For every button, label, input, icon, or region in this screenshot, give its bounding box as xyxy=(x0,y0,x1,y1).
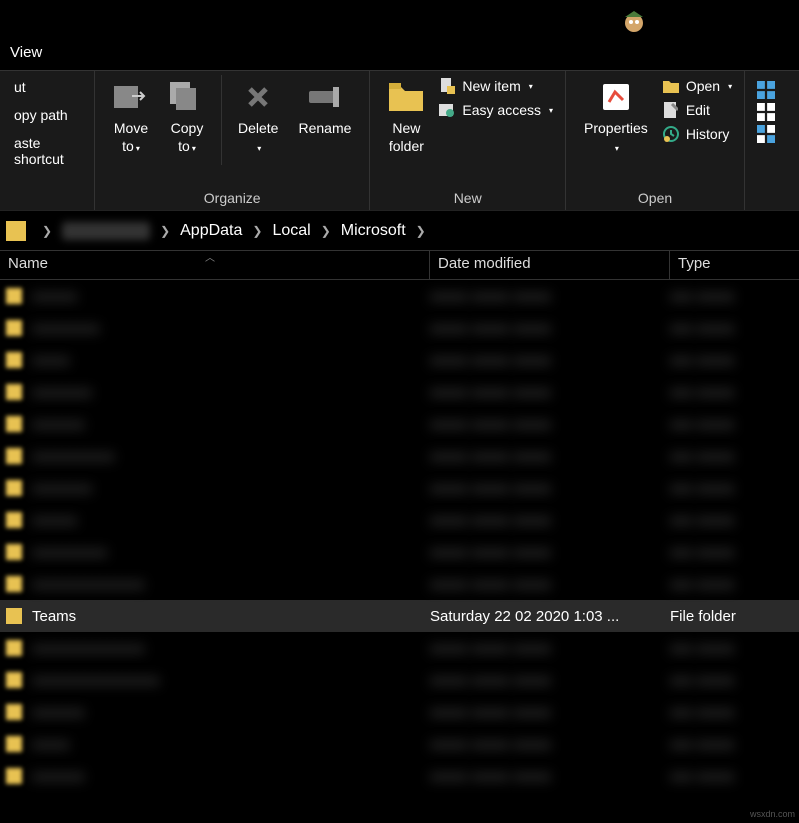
history-label: History xyxy=(686,126,730,142)
rename-button[interactable]: Rename xyxy=(288,75,361,141)
chevron-right-icon[interactable]: ❯ xyxy=(42,224,52,238)
new-item-icon xyxy=(438,77,456,95)
list-item[interactable]: xxxxxxxxxxxx xxxxx xxxxxxxx xxxxx xyxy=(0,408,799,440)
rename-icon xyxy=(307,79,343,115)
chevron-right-icon[interactable]: ❯ xyxy=(416,224,426,238)
copy-to-button[interactable]: Copy to▾ xyxy=(159,75,215,159)
move-to-button[interactable]: Move to▾ xyxy=(103,75,159,159)
organize-group-label: Organize xyxy=(103,186,361,210)
file-type: File folder xyxy=(670,608,799,625)
column-headers: ︿ Name Date modified Type xyxy=(0,250,799,280)
properties-icon xyxy=(598,79,634,115)
ribbon-group-open: Properties▾ Open▾ Edit History Open xyxy=(566,71,745,210)
ribbon-group-clipboard: ut opy path aste shortcut xyxy=(0,71,95,210)
open-icon xyxy=(662,77,680,95)
list-item[interactable]: xxxxxxxxxxxxxxxxxxxx xxxxx xxxxxxxx xxxx… xyxy=(0,632,799,664)
easy-access-button[interactable]: Easy access▾ xyxy=(438,101,553,119)
ribbon: ut opy path aste shortcut Move to▾ Copy … xyxy=(0,70,799,210)
ribbon-group-organize: Move to▾ Copy to▾ Delete▾ Rename xyxy=(95,71,370,210)
list-item[interactable]: xxxxxxxxxxxxx xxxxx xxxxxxxx xxxxx xyxy=(0,472,799,504)
copy-to-label: Copy to▾ xyxy=(171,119,204,155)
cut-button[interactable]: ut xyxy=(8,79,26,95)
ribbon-group-select xyxy=(745,71,787,210)
move-to-label: Move to▾ xyxy=(114,119,148,155)
list-item[interactable]: xxxxxxxxxxxxxxx xxxxx xxxxxxxx xxxxx xyxy=(0,536,799,568)
list-item[interactable]: xxxxxxxxxxxx xxxxx xxxxxxxx xxxxx xyxy=(0,760,799,792)
new-item-label: New item xyxy=(462,78,520,94)
rename-label: Rename xyxy=(298,119,351,137)
file-list: xxxxxxxxxxx xxxxx xxxxxxxx xxxxx xxxxxxx… xyxy=(0,280,799,792)
list-item[interactable]: xxxxxxxxxxxxxxxxxxxxxx xxxxx xxxxxxxx xx… xyxy=(0,664,799,696)
list-item[interactable]: xxxxxxxxxxxxxx xxxxx xxxxxxxx xxxxx xyxy=(0,312,799,344)
chevron-right-icon[interactable]: ❯ xyxy=(160,224,170,238)
file-name: Teams xyxy=(32,608,430,625)
column-type[interactable]: Type xyxy=(670,251,799,279)
invert-selection-icon[interactable] xyxy=(757,125,775,143)
breadcrumb-appdata[interactable]: AppData xyxy=(180,222,242,240)
mascot-icon xyxy=(619,5,649,35)
breadcrumb-user[interactable]: xxxxxx xyxy=(62,222,150,240)
list-item[interactable]: xxxxxxxxxxx xxxxx xxxxxxxx xxxxx xyxy=(0,280,799,312)
folder-icon xyxy=(6,221,26,241)
file-date: Saturday 22 02 2020 1:03 ... xyxy=(430,608,670,625)
list-item[interactable]: xxxxxxxxxxxxxxxx xxxxx xxxxxxxx xxxxx xyxy=(0,440,799,472)
copy-to-icon xyxy=(169,79,205,115)
ribbon-group-new: New folder New item▾ Easy access▾ New xyxy=(370,71,566,210)
edit-button[interactable]: Edit xyxy=(662,101,732,119)
properties-button[interactable]: Properties▾ xyxy=(574,75,658,159)
new-folder-label: New folder xyxy=(389,119,424,155)
edit-label: Edit xyxy=(686,102,710,118)
paste-shortcut-button[interactable]: aste shortcut xyxy=(8,135,86,167)
list-item[interactable]: xxxxxxxxxxxxxxxxxxxx xxxxx xxxxxxxx xxxx… xyxy=(0,568,799,600)
delete-label: Delete▾ xyxy=(238,119,278,155)
list-item[interactable]: xxxxxxxxxx xxxxx xxxxxxxx xxxxx xyxy=(0,344,799,376)
history-button[interactable]: History xyxy=(662,125,732,143)
list-item[interactable]: xxxxxxxxxxxx xxxxx xxxxxxxx xxxxx xyxy=(0,696,799,728)
chevron-right-icon[interactable]: ❯ xyxy=(252,224,262,238)
breadcrumb-local[interactable]: Local xyxy=(272,222,310,240)
select-all-icon[interactable] xyxy=(757,81,775,99)
copy-path-button[interactable]: opy path xyxy=(8,107,68,123)
chevron-right-icon[interactable]: ❯ xyxy=(321,224,331,238)
sort-indicator-icon: ︿ xyxy=(205,249,215,264)
folder-icon xyxy=(6,608,22,624)
edit-icon xyxy=(662,101,680,119)
delete-button[interactable]: Delete▾ xyxy=(228,75,288,159)
tab-view[interactable]: View xyxy=(0,40,52,65)
move-to-icon xyxy=(113,79,149,115)
open-button[interactable]: Open▾ xyxy=(662,77,732,95)
breadcrumb[interactable]: ❯ xxxxxx ❯ AppData ❯ Local ❯ Microsoft ❯ xyxy=(0,210,799,250)
open-label: Open xyxy=(686,78,720,94)
easy-access-label: Easy access xyxy=(462,102,541,118)
new-item-button[interactable]: New item▾ xyxy=(438,77,553,95)
new-group-label: New xyxy=(378,186,557,210)
list-item[interactable]: xxxxxxxxxxxxx xxxxx xxxxxxxx xxxxx xyxy=(0,376,799,408)
properties-label: Properties▾ xyxy=(584,119,648,155)
breadcrumb-microsoft[interactable]: Microsoft xyxy=(341,222,406,240)
list-item[interactable]: xxxxxxxxxx xxxxx xxxxxxxx xxxxx xyxy=(0,728,799,760)
delete-icon xyxy=(240,79,276,115)
ribbon-tabs: View xyxy=(0,40,799,70)
title-bar xyxy=(0,0,799,40)
history-icon xyxy=(662,125,680,143)
watermark: wsxdn.com xyxy=(750,809,795,819)
folder-icon xyxy=(388,79,424,115)
new-folder-button[interactable]: New folder xyxy=(378,75,434,159)
open-group-label: Open xyxy=(574,186,736,210)
easy-access-icon xyxy=(438,101,456,119)
column-date-modified[interactable]: Date modified xyxy=(430,251,670,279)
column-name[interactable]: Name xyxy=(0,251,430,279)
select-none-icon[interactable] xyxy=(757,103,775,121)
list-item[interactable]: xxxxxxxxxxx xxxxx xxxxxxxx xxxxx xyxy=(0,504,799,536)
list-item-teams[interactable]: Teams Saturday 22 02 2020 1:03 ... File … xyxy=(0,600,799,632)
